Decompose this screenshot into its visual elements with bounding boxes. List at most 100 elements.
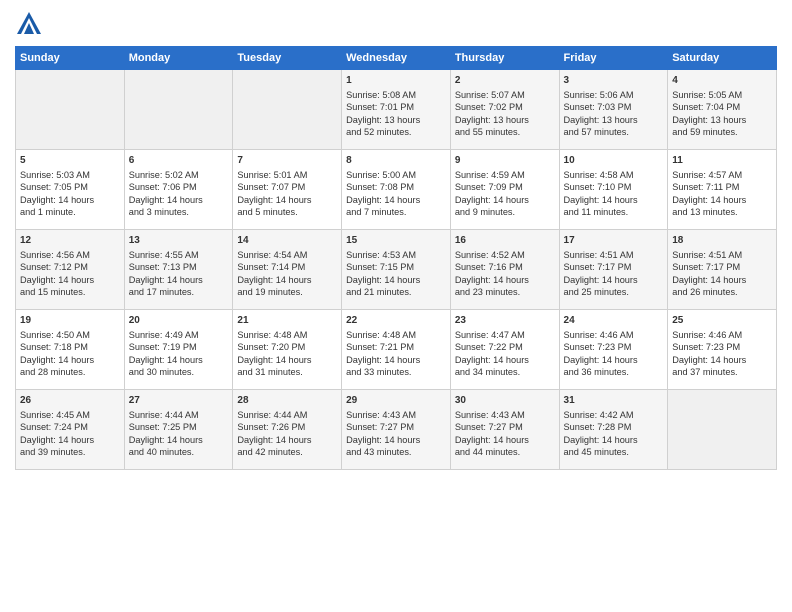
- day-info: Sunrise: 4:43 AM Sunset: 7:27 PM Dayligh…: [455, 409, 555, 459]
- day-number: 31: [564, 394, 664, 408]
- day-info: Sunrise: 5:02 AM Sunset: 7:06 PM Dayligh…: [129, 169, 229, 219]
- calendar-body: 1Sunrise: 5:08 AM Sunset: 7:01 PM Daylig…: [16, 70, 777, 470]
- day-number: 10: [564, 154, 664, 168]
- week-row-3: 12Sunrise: 4:56 AM Sunset: 7:12 PM Dayli…: [16, 230, 777, 310]
- day-info: Sunrise: 5:03 AM Sunset: 7:05 PM Dayligh…: [20, 169, 120, 219]
- week-row-5: 26Sunrise: 4:45 AM Sunset: 7:24 PM Dayli…: [16, 390, 777, 470]
- day-info: Sunrise: 4:56 AM Sunset: 7:12 PM Dayligh…: [20, 249, 120, 299]
- day-number: 16: [455, 234, 555, 248]
- day-info: Sunrise: 4:45 AM Sunset: 7:24 PM Dayligh…: [20, 409, 120, 459]
- day-info: Sunrise: 4:49 AM Sunset: 7:19 PM Dayligh…: [129, 329, 229, 379]
- calendar-cell: 11Sunrise: 4:57 AM Sunset: 7:11 PM Dayli…: [668, 150, 777, 230]
- day-info: Sunrise: 4:44 AM Sunset: 7:26 PM Dayligh…: [237, 409, 337, 459]
- day-number: 21: [237, 314, 337, 328]
- day-number: 29: [346, 394, 446, 408]
- calendar-cell: 12Sunrise: 4:56 AM Sunset: 7:12 PM Dayli…: [16, 230, 125, 310]
- day-number: 6: [129, 154, 229, 168]
- day-number: 5: [20, 154, 120, 168]
- day-number: 24: [564, 314, 664, 328]
- calendar-header-row: SundayMondayTuesdayWednesdayThursdayFrid…: [16, 47, 777, 70]
- calendar-cell: 26Sunrise: 4:45 AM Sunset: 7:24 PM Dayli…: [16, 390, 125, 470]
- day-info: Sunrise: 5:08 AM Sunset: 7:01 PM Dayligh…: [346, 89, 446, 139]
- calendar-cell: 30Sunrise: 4:43 AM Sunset: 7:27 PM Dayli…: [450, 390, 559, 470]
- calendar-cell: 27Sunrise: 4:44 AM Sunset: 7:25 PM Dayli…: [124, 390, 233, 470]
- day-info: Sunrise: 4:51 AM Sunset: 7:17 PM Dayligh…: [564, 249, 664, 299]
- calendar-cell: [16, 70, 125, 150]
- day-info: Sunrise: 5:05 AM Sunset: 7:04 PM Dayligh…: [672, 89, 772, 139]
- column-header-wednesday: Wednesday: [342, 47, 451, 70]
- day-info: Sunrise: 4:59 AM Sunset: 7:09 PM Dayligh…: [455, 169, 555, 219]
- calendar-cell: [233, 70, 342, 150]
- calendar-cell: 14Sunrise: 4:54 AM Sunset: 7:14 PM Dayli…: [233, 230, 342, 310]
- logo-icon: [15, 10, 43, 38]
- day-info: Sunrise: 5:01 AM Sunset: 7:07 PM Dayligh…: [237, 169, 337, 219]
- day-info: Sunrise: 5:06 AM Sunset: 7:03 PM Dayligh…: [564, 89, 664, 139]
- calendar-cell: 31Sunrise: 4:42 AM Sunset: 7:28 PM Dayli…: [559, 390, 668, 470]
- calendar-cell: 1Sunrise: 5:08 AM Sunset: 7:01 PM Daylig…: [342, 70, 451, 150]
- logo: [15, 10, 47, 38]
- day-info: Sunrise: 4:47 AM Sunset: 7:22 PM Dayligh…: [455, 329, 555, 379]
- column-header-tuesday: Tuesday: [233, 47, 342, 70]
- column-header-thursday: Thursday: [450, 47, 559, 70]
- column-header-sunday: Sunday: [16, 47, 125, 70]
- day-number: 17: [564, 234, 664, 248]
- day-number: 27: [129, 394, 229, 408]
- day-number: 3: [564, 74, 664, 88]
- column-header-monday: Monday: [124, 47, 233, 70]
- calendar-cell: 9Sunrise: 4:59 AM Sunset: 7:09 PM Daylig…: [450, 150, 559, 230]
- day-info: Sunrise: 4:48 AM Sunset: 7:20 PM Dayligh…: [237, 329, 337, 379]
- day-info: Sunrise: 4:46 AM Sunset: 7:23 PM Dayligh…: [564, 329, 664, 379]
- day-info: Sunrise: 4:50 AM Sunset: 7:18 PM Dayligh…: [20, 329, 120, 379]
- day-info: Sunrise: 5:07 AM Sunset: 7:02 PM Dayligh…: [455, 89, 555, 139]
- day-number: 7: [237, 154, 337, 168]
- day-number: 22: [346, 314, 446, 328]
- day-number: 9: [455, 154, 555, 168]
- day-number: 13: [129, 234, 229, 248]
- day-number: 26: [20, 394, 120, 408]
- day-info: Sunrise: 4:55 AM Sunset: 7:13 PM Dayligh…: [129, 249, 229, 299]
- calendar-cell: 20Sunrise: 4:49 AM Sunset: 7:19 PM Dayli…: [124, 310, 233, 390]
- calendar-cell: 19Sunrise: 4:50 AM Sunset: 7:18 PM Dayli…: [16, 310, 125, 390]
- calendar-cell: 3Sunrise: 5:06 AM Sunset: 7:03 PM Daylig…: [559, 70, 668, 150]
- calendar-cell: 6Sunrise: 5:02 AM Sunset: 7:06 PM Daylig…: [124, 150, 233, 230]
- calendar-cell: 4Sunrise: 5:05 AM Sunset: 7:04 PM Daylig…: [668, 70, 777, 150]
- calendar-cell: 29Sunrise: 4:43 AM Sunset: 7:27 PM Dayli…: [342, 390, 451, 470]
- day-info: Sunrise: 4:51 AM Sunset: 7:17 PM Dayligh…: [672, 249, 772, 299]
- calendar-cell: 25Sunrise: 4:46 AM Sunset: 7:23 PM Dayli…: [668, 310, 777, 390]
- calendar-cell: [668, 390, 777, 470]
- week-row-1: 1Sunrise: 5:08 AM Sunset: 7:01 PM Daylig…: [16, 70, 777, 150]
- day-info: Sunrise: 4:44 AM Sunset: 7:25 PM Dayligh…: [129, 409, 229, 459]
- calendar-cell: 15Sunrise: 4:53 AM Sunset: 7:15 PM Dayli…: [342, 230, 451, 310]
- day-number: 18: [672, 234, 772, 248]
- calendar-cell: 8Sunrise: 5:00 AM Sunset: 7:08 PM Daylig…: [342, 150, 451, 230]
- calendar-cell: 5Sunrise: 5:03 AM Sunset: 7:05 PM Daylig…: [16, 150, 125, 230]
- calendar-cell: 28Sunrise: 4:44 AM Sunset: 7:26 PM Dayli…: [233, 390, 342, 470]
- column-header-friday: Friday: [559, 47, 668, 70]
- day-info: Sunrise: 4:58 AM Sunset: 7:10 PM Dayligh…: [564, 169, 664, 219]
- day-number: 30: [455, 394, 555, 408]
- day-number: 15: [346, 234, 446, 248]
- day-info: Sunrise: 4:57 AM Sunset: 7:11 PM Dayligh…: [672, 169, 772, 219]
- day-number: 23: [455, 314, 555, 328]
- calendar-cell: 24Sunrise: 4:46 AM Sunset: 7:23 PM Dayli…: [559, 310, 668, 390]
- day-number: 12: [20, 234, 120, 248]
- week-row-4: 19Sunrise: 4:50 AM Sunset: 7:18 PM Dayli…: [16, 310, 777, 390]
- calendar-page: SundayMondayTuesdayWednesdayThursdayFrid…: [0, 0, 792, 612]
- week-row-2: 5Sunrise: 5:03 AM Sunset: 7:05 PM Daylig…: [16, 150, 777, 230]
- day-number: 8: [346, 154, 446, 168]
- calendar-cell: 13Sunrise: 4:55 AM Sunset: 7:13 PM Dayli…: [124, 230, 233, 310]
- calendar-cell: [124, 70, 233, 150]
- day-number: 20: [129, 314, 229, 328]
- day-number: 11: [672, 154, 772, 168]
- calendar-cell: 18Sunrise: 4:51 AM Sunset: 7:17 PM Dayli…: [668, 230, 777, 310]
- calendar-cell: 7Sunrise: 5:01 AM Sunset: 7:07 PM Daylig…: [233, 150, 342, 230]
- header: [15, 10, 777, 38]
- day-info: Sunrise: 4:46 AM Sunset: 7:23 PM Dayligh…: [672, 329, 772, 379]
- day-info: Sunrise: 4:43 AM Sunset: 7:27 PM Dayligh…: [346, 409, 446, 459]
- day-info: Sunrise: 4:54 AM Sunset: 7:14 PM Dayligh…: [237, 249, 337, 299]
- calendar-cell: 21Sunrise: 4:48 AM Sunset: 7:20 PM Dayli…: [233, 310, 342, 390]
- calendar-cell: 16Sunrise: 4:52 AM Sunset: 7:16 PM Dayli…: [450, 230, 559, 310]
- calendar-cell: 22Sunrise: 4:48 AM Sunset: 7:21 PM Dayli…: [342, 310, 451, 390]
- calendar-cell: 17Sunrise: 4:51 AM Sunset: 7:17 PM Dayli…: [559, 230, 668, 310]
- day-info: Sunrise: 4:42 AM Sunset: 7:28 PM Dayligh…: [564, 409, 664, 459]
